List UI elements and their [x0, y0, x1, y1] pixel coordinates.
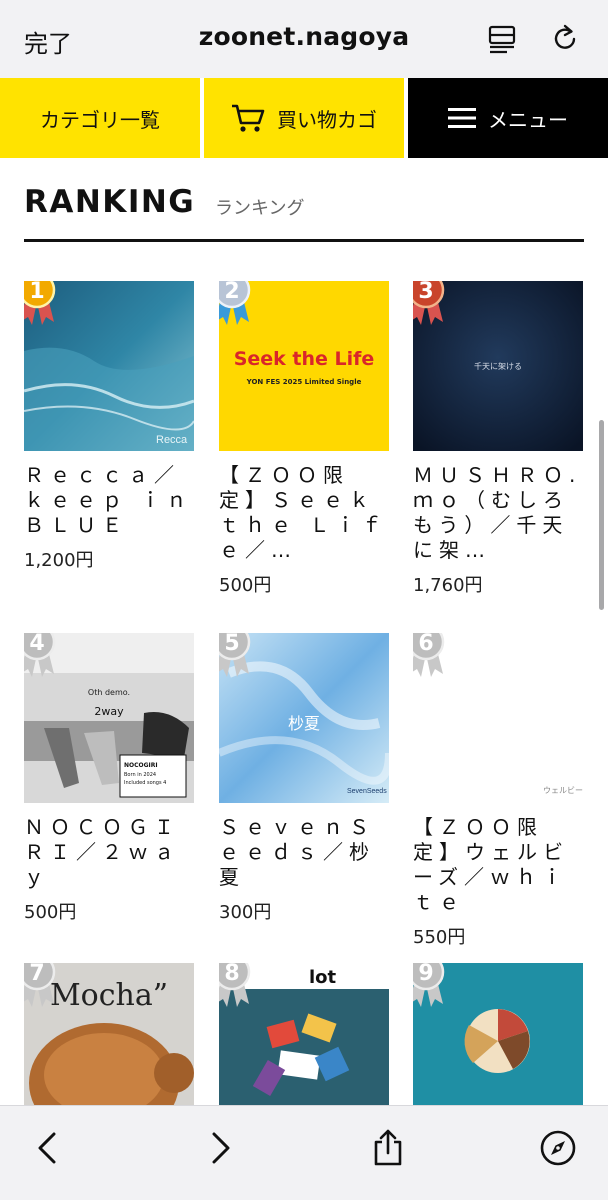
chevron-right-icon[interactable]	[200, 1128, 240, 1168]
reload-icon[interactable]	[549, 22, 581, 54]
svg-text:2: 2	[224, 281, 239, 304]
cart-button[interactable]: 買い物カゴ	[204, 78, 404, 158]
silver-medal-icon: 2	[219, 281, 251, 325]
product-image[interactable]: Seek the Life YON FES 2025 Limited Singl…	[219, 281, 389, 451]
url-host-text[interactable]: zoonet.nagoya	[199, 22, 410, 51]
page-scrollbar[interactable]	[599, 420, 604, 610]
chevron-left-icon[interactable]	[28, 1128, 68, 1168]
product-card[interactable]: Recca 1 Ｒｅｃｃａ／ｋｅｅｐ ｉｎ ＢＬＵＥ 1,200円	[24, 281, 194, 572]
product-price: 550円	[413, 927, 466, 948]
album-art-text: 千天に架ける	[474, 361, 522, 371]
album-art-text: Seek the Life	[234, 348, 375, 370]
album-art-text: 杪夏	[288, 714, 320, 733]
album-art-text: Included songs 4	[124, 780, 166, 786]
product-price: 1,760円	[413, 575, 483, 596]
compass-icon[interactable]	[538, 1128, 578, 1168]
product-card[interactable]: Seek the Life YON FES 2025 Limited Singl…	[219, 281, 389, 597]
product-name[interactable]: ＭＵＳＨＲＯ.ｍｏ（むしろもう）／千天に架…	[413, 463, 583, 563]
album-art-text: Oth demo.	[88, 688, 130, 697]
product-price: 1,200円	[24, 550, 94, 571]
album-art-text: ウェルビーズ	[543, 785, 583, 795]
album-art-text: lot	[309, 967, 337, 988]
share-icon[interactable]	[368, 1128, 408, 1168]
ranking-subtitle: ランキング	[215, 198, 305, 219]
menu-button[interactable]: メニュー	[408, 78, 608, 158]
product-price: 500円	[219, 575, 272, 596]
product-image[interactable]: 杪夏 SevenSeeds 5	[219, 633, 389, 803]
product-image[interactable]: Recca 1	[24, 281, 194, 451]
svg-text:7: 7	[29, 963, 44, 986]
grey-medal-icon: 5	[219, 633, 251, 677]
browser-top-bar: 完了 zoonet.nagoya	[0, 0, 608, 78]
menu-label: メニュー	[488, 107, 568, 132]
svg-text:9: 9	[418, 963, 433, 986]
ranking-title: RANKING	[24, 184, 196, 220]
album-art-text: SevenSeeds	[347, 788, 387, 795]
category-list-button[interactable]: カテゴリ一覧	[0, 78, 200, 158]
product-image[interactable]: Oth demo. 2way NOCOGIRI Born in 2024 Inc…	[24, 633, 194, 803]
product-image[interactable]: 千天に架ける 3	[413, 281, 583, 451]
svg-text:4: 4	[29, 633, 44, 656]
grey-medal-icon: 9	[413, 963, 445, 1007]
album-art-text: YON FES 2025 Limited Single	[246, 378, 362, 386]
grey-medal-icon: 7	[24, 963, 56, 1007]
done-button[interactable]: 完了	[24, 24, 72, 59]
album-art-text: 2way	[94, 705, 124, 718]
product-price: 500円	[24, 902, 77, 923]
reader-view-icon[interactable]	[487, 24, 517, 54]
svg-text:3: 3	[418, 281, 433, 304]
product-name[interactable]: ＳｅｖｅｎＳｅｅｄｓ／杪夏	[219, 815, 389, 890]
product-image[interactable]: white ウェルビーズ 6	[413, 633, 583, 803]
browser-bottom-toolbar	[0, 1105, 608, 1200]
album-art-text: Mocha”	[50, 978, 168, 1013]
site-nav: カテゴリ一覧 買い物カゴ メニュー	[0, 78, 608, 158]
product-card[interactable]: 杪夏 SevenSeeds 5 ＳｅｖｅｎＳｅｅｄｓ／杪夏 300円	[219, 633, 389, 924]
album-art-text: Recca	[156, 434, 188, 446]
album-art-text: Born in 2024	[124, 772, 156, 778]
product-name[interactable]: 【ＺＯＯ限定】ウェルビーズ／ｗｈｉｔｅ	[413, 815, 583, 915]
product-name[interactable]: ＮＯＣＯＧＩＲＩ／２ｗａｙ	[24, 815, 194, 890]
cart-label: 買い物カゴ	[277, 107, 377, 132]
category-list-label: カテゴリ一覧	[40, 107, 160, 132]
svg-text:8: 8	[224, 963, 239, 986]
ranking-header: RANKING ランキング	[24, 182, 584, 242]
hamburger-icon	[448, 108, 476, 128]
grey-medal-icon: 4	[24, 633, 56, 677]
album-art-text: NOCOGIRI	[124, 762, 158, 769]
product-name[interactable]: 【ＺＯＯ限定】Ｓｅｅｋ ｔｈｅ Ｌｉｆｅ／…	[219, 463, 389, 563]
product-card[interactable]: 千天に架ける 3 ＭＵＳＨＲＯ.ｍｏ（むしろもう）／千天に架… 1,760円	[413, 281, 583, 597]
grey-medal-icon: 6	[413, 633, 445, 677]
cart-icon	[232, 104, 265, 132]
grey-medal-icon: 8	[219, 963, 251, 1007]
gold-medal-icon: 1	[24, 281, 56, 325]
product-card[interactable]: white ウェルビーズ 6 【ＺＯＯ限定】ウェルビーズ／ｗｈｉｔｅ 550円	[413, 633, 583, 949]
product-price: 300円	[219, 902, 272, 923]
svg-text:5: 5	[224, 633, 239, 656]
bronze-medal-icon: 3	[413, 281, 445, 325]
svg-text:1: 1	[29, 281, 44, 304]
product-card[interactable]: Oth demo. 2way NOCOGIRI Born in 2024 Inc…	[24, 633, 194, 924]
svg-text:6: 6	[418, 633, 433, 656]
product-name[interactable]: Ｒｅｃｃａ／ｋｅｅｐ ｉｎ ＢＬＵＥ	[24, 463, 194, 538]
